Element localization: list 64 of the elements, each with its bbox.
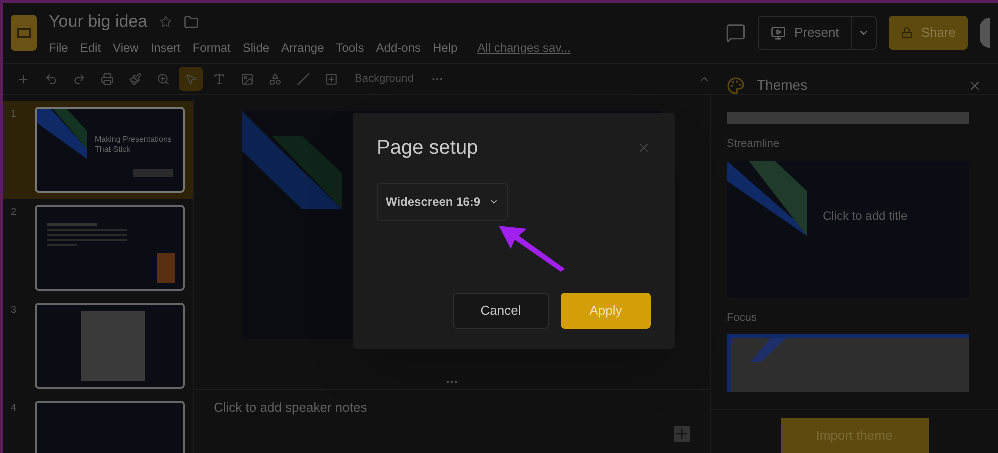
diagonal-stripes-drawing: [37, 109, 89, 159]
apply-button[interactable]: Apply: [561, 293, 651, 329]
text-box-icon: [212, 72, 226, 86]
slide-thumbnail[interactable]: [35, 303, 185, 389]
slide-thumbnail[interactable]: Making Presentations That Stick: [35, 107, 185, 193]
comment-add-icon: [324, 72, 338, 86]
select-icon: [184, 72, 198, 86]
slide-number: 3: [11, 304, 18, 318]
slide-thumbnail-row[interactable]: 3: [3, 297, 193, 395]
menu-item[interactable]: Add-ons: [376, 38, 421, 57]
comment-icon[interactable]: [726, 23, 746, 43]
select-button[interactable]: [179, 67, 203, 91]
zoom-icon: [156, 72, 170, 86]
paint-format-icon: [128, 72, 142, 86]
menu-item[interactable]: Insert: [150, 38, 181, 57]
redo-icon: [72, 72, 86, 86]
share-button[interactable]: Share: [889, 16, 968, 50]
menu-item[interactable]: Slide: [242, 38, 270, 57]
slide-thumbnail[interactable]: [35, 205, 185, 291]
document-page-drawing: [81, 311, 145, 381]
menu-item[interactable]: File: [49, 38, 68, 57]
lock-icon: [901, 27, 914, 39]
present-icon: [771, 26, 786, 40]
slide-number: 1: [11, 108, 18, 122]
undo-icon: [44, 72, 58, 86]
slide-title: Making Presentations That Stick: [95, 135, 173, 155]
subtitle-placeholder: [133, 169, 173, 177]
palette-icon: [727, 76, 745, 94]
document-title[interactable]: Your big idea: [49, 9, 148, 35]
slide-number: 4: [11, 402, 18, 416]
print-icon: [100, 72, 114, 86]
cancel-button[interactable]: Cancel: [453, 293, 549, 329]
menu-item[interactable]: Arrange: [282, 38, 324, 57]
slide-thumbnail-row[interactable]: 1 Making Presentations That Stick: [3, 101, 193, 199]
star-icon[interactable]: [160, 16, 172, 28]
panel-title: Themes: [757, 76, 808, 95]
menu-item[interactable]: Format: [192, 38, 231, 57]
present-button[interactable]: Present: [759, 23, 852, 43]
slides-logo-icon[interactable]: [11, 15, 37, 51]
background-button[interactable]: Background: [347, 70, 422, 88]
menu-item[interactable]: Edit: [80, 38, 102, 57]
theme-preview[interactable]: Click to add title: [727, 160, 969, 298]
theme-preview-title: Click to add title: [823, 208, 908, 224]
new-slide-icon: [16, 72, 30, 86]
folder-icon[interactable]: [184, 14, 199, 30]
line-icon: [296, 72, 310, 86]
menu-item[interactable]: Tools: [336, 38, 364, 57]
menu-item[interactable]: View: [113, 38, 139, 57]
dialog-title: Page setup: [377, 136, 478, 161]
add-icon[interactable]: [674, 426, 690, 442]
theme-name: Streamline: [727, 137, 781, 152]
slide-thumbnail-row[interactable]: 2: [3, 199, 193, 297]
image-icon: [240, 72, 254, 86]
menu-item[interactable]: Help: [432, 38, 458, 57]
page-size-dropdown[interactable]: Widescreen 16:9: [377, 183, 508, 221]
pointer-arrow-icon: [497, 223, 567, 273]
close-icon[interactable]: [637, 141, 651, 155]
speaker-notes-field[interactable]: Click to add speaker notes: [214, 398, 690, 418]
avatar[interactable]: [980, 18, 990, 48]
slide-thumbnail-row[interactable]: 4: [3, 395, 193, 453]
save-status-link[interactable]: All changes sav...: [478, 38, 571, 57]
slide-number: 2: [11, 206, 18, 220]
shape-icon: [268, 72, 282, 86]
theme-name: Focus: [727, 310, 758, 326]
